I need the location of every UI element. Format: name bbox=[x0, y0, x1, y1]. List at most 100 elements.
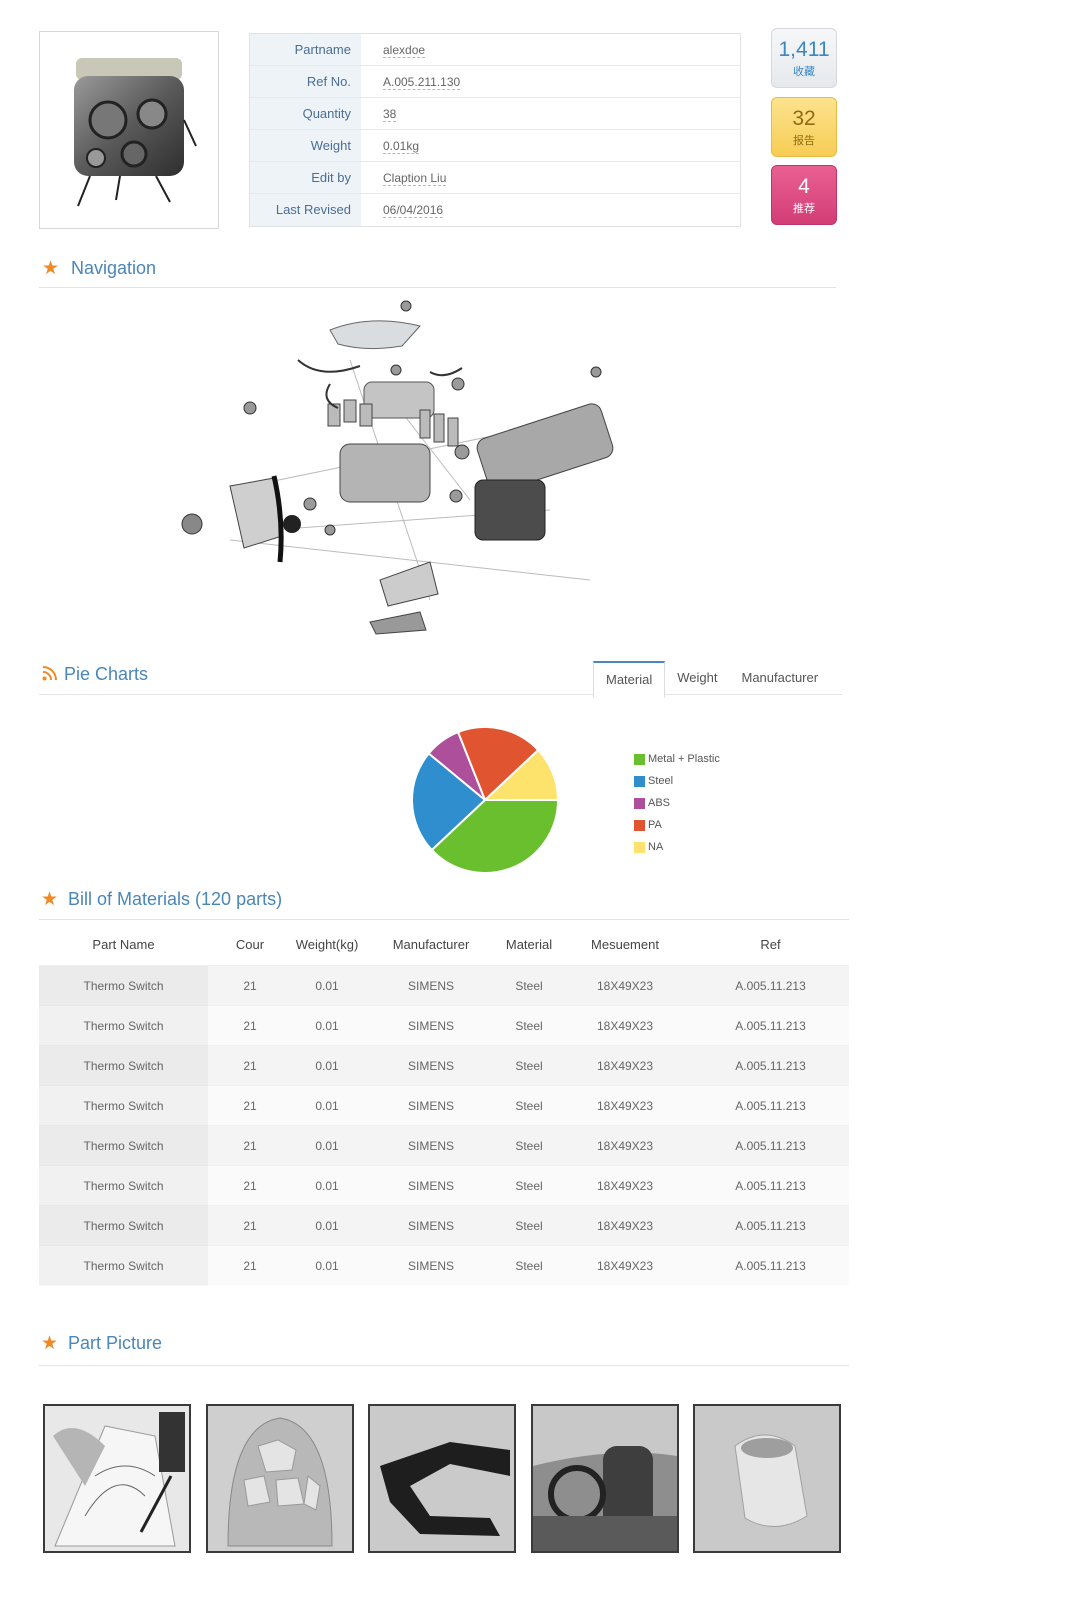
table-cell: A.005.11.213 bbox=[735, 1218, 806, 1233]
table-cell: SIMENS bbox=[407, 1178, 454, 1193]
table-cell: SIMENS bbox=[407, 1018, 454, 1033]
rss-icon bbox=[42, 666, 57, 686]
table-row[interactable]: Thermo Switch 21 0.01 SIMENS Steel 18X49X23 A.… bbox=[39, 965, 849, 1005]
table-cell: Steel bbox=[515, 1058, 543, 1073]
info-row-quantity: Quantity 38 bbox=[250, 98, 740, 130]
col-header[interactable]: Cour bbox=[208, 937, 292, 952]
table-cell: A.005.11.213 bbox=[735, 1138, 806, 1153]
col-header[interactable]: Ref bbox=[692, 937, 849, 952]
table-cell: SIMENS bbox=[407, 1258, 454, 1273]
tab-weight[interactable]: Weight bbox=[665, 661, 729, 698]
table-cell: Thermo Switch bbox=[39, 966, 208, 1006]
table-cell: Thermo Switch bbox=[39, 1046, 208, 1086]
table-cell: 18X49X23 bbox=[596, 1218, 654, 1233]
info-key: Quantity bbox=[250, 98, 361, 129]
table-cell: Steel bbox=[515, 1138, 543, 1153]
part-picture-thumb-sketch[interactable] bbox=[43, 1404, 191, 1553]
info-row-last-revised: Last Revised 06/04/2016 bbox=[250, 194, 740, 226]
bom-table: Part Name Cour Weight(kg) Manufacturer M… bbox=[39, 924, 849, 1285]
info-key: Edit by bbox=[250, 162, 361, 193]
info-key: Weight bbox=[250, 130, 361, 161]
table-cell: SIMENS bbox=[407, 1098, 454, 1113]
table-cell: Thermo Switch bbox=[39, 1086, 208, 1126]
legend-swatch bbox=[634, 775, 645, 787]
table-cell: 0.01 bbox=[315, 1098, 339, 1113]
recommend-stat-button[interactable]: 4 推荐 bbox=[771, 165, 837, 225]
table-cell: 0.01 bbox=[315, 1258, 339, 1273]
table-cell: SIMENS bbox=[407, 1218, 454, 1233]
table-row[interactable]: Thermo Switch 21 0.01 SIMENS Steel 18X49X23 A.… bbox=[39, 1125, 849, 1165]
table-cell: 0.01 bbox=[315, 1218, 339, 1233]
info-key: Partname bbox=[250, 34, 361, 65]
part-picture-thumb-hood[interactable] bbox=[206, 1404, 354, 1553]
part-picture-thumb-interior[interactable] bbox=[531, 1404, 679, 1553]
table-cell: A.005.11.213 bbox=[735, 1258, 806, 1273]
table-cell: 18X49X23 bbox=[596, 1018, 654, 1033]
table-row[interactable]: Thermo Switch 21 0.01 SIMENS Steel 18X49X23 A.… bbox=[39, 1045, 849, 1085]
legend-item[interactable]: Steel bbox=[634, 770, 720, 792]
table-cell: 21 bbox=[243, 1098, 257, 1113]
table-row[interactable]: Thermo Switch 21 0.01 SIMENS Steel 18X49X23 A.… bbox=[39, 1205, 849, 1245]
table-cell: Thermo Switch bbox=[39, 1166, 208, 1206]
part-thumbnail[interactable] bbox=[39, 31, 219, 229]
legend-swatch bbox=[634, 819, 645, 831]
exploded-engine-diagram-icon[interactable] bbox=[170, 300, 640, 650]
table-cell: 21 bbox=[243, 978, 257, 993]
col-header[interactable]: Weight(kg) bbox=[292, 937, 362, 952]
table-cell: 21 bbox=[243, 1058, 257, 1073]
table-cell: SIMENS bbox=[407, 1138, 454, 1153]
tab-material[interactable]: Material bbox=[593, 661, 666, 698]
table-cell: A.005.11.213 bbox=[735, 1018, 806, 1033]
table-cell: Thermo Switch bbox=[39, 1206, 208, 1246]
pie-charts-title: Pie Charts bbox=[64, 664, 149, 684]
last-revised-value[interactable]: 06/04/2016 bbox=[383, 203, 444, 218]
stat-value: 32 bbox=[792, 107, 816, 130]
info-key: Last Revised bbox=[250, 194, 361, 226]
partname-value[interactable]: alexdoe bbox=[383, 43, 426, 58]
table-cell: Steel bbox=[515, 978, 543, 993]
legend-swatch bbox=[634, 797, 645, 809]
table-cell: 18X49X23 bbox=[596, 1258, 654, 1273]
legend-item[interactable]: PA bbox=[634, 814, 720, 836]
col-header[interactable]: Mesuement bbox=[558, 937, 692, 952]
edit-by-value[interactable]: Claption Liu bbox=[383, 171, 447, 186]
table-cell: A.005.11.213 bbox=[735, 1178, 806, 1193]
pie-chart-tabs: Material Weight Manufacturer bbox=[593, 661, 830, 698]
quantity-value[interactable]: 38 bbox=[383, 107, 397, 122]
table-cell: 0.01 bbox=[315, 1138, 339, 1153]
part-picture-thumb-frame[interactable] bbox=[368, 1404, 516, 1553]
table-cell: Steel bbox=[515, 1178, 543, 1193]
pie-legend: Metal + Plastic Steel ABS PA NA bbox=[634, 748, 720, 858]
weight-value[interactable]: 0.01kg bbox=[383, 139, 420, 154]
legend-item[interactable]: NA bbox=[634, 836, 720, 858]
tab-manufacturer[interactable]: Manufacturer bbox=[729, 661, 830, 698]
bom-table-body: Thermo Switch 21 0.01 SIMENS Steel 18X49X23 A.… bbox=[39, 965, 849, 1285]
navigation-title: Navigation bbox=[71, 258, 157, 278]
ref-no-value[interactable]: A.005.211.130 bbox=[383, 75, 461, 90]
reports-stat-button[interactable]: 32 报告 bbox=[771, 97, 837, 157]
col-header[interactable]: Manufacturer bbox=[362, 937, 500, 952]
star-icon: ★ bbox=[41, 1333, 59, 1354]
star-icon: ★ bbox=[41, 889, 59, 910]
table-row[interactable]: Thermo Switch 21 0.01 SIMENS Steel 18X49X23 A.… bbox=[39, 1245, 849, 1285]
table-row[interactable]: Thermo Switch 21 0.01 SIMENS Steel 18X49X23 A.… bbox=[39, 1085, 849, 1125]
col-header[interactable]: Material bbox=[500, 937, 558, 952]
car-interior-photo-icon bbox=[533, 1406, 677, 1551]
info-key: Ref No. bbox=[250, 66, 361, 97]
table-row[interactable]: Thermo Switch 21 0.01 SIMENS Steel 18X49X23 A.… bbox=[39, 1165, 849, 1205]
table-cell: 21 bbox=[243, 1178, 257, 1193]
part-picture-thumb-molded[interactable] bbox=[693, 1404, 841, 1553]
table-cell: 0.01 bbox=[315, 978, 339, 993]
col-header[interactable]: Part Name bbox=[39, 937, 208, 952]
part-info-table: Partname alexdoe Ref No. A.005.211.130 Q… bbox=[249, 33, 741, 227]
table-cell: A.005.11.213 bbox=[735, 1058, 806, 1073]
info-row-edit-by: Edit by Claption Liu bbox=[250, 162, 740, 194]
info-row-partname: Partname alexdoe bbox=[250, 34, 740, 66]
table-row[interactable]: Thermo Switch 21 0.01 SIMENS Steel 18X49X23 A.… bbox=[39, 1005, 849, 1045]
legend-item[interactable]: Metal + Plastic bbox=[634, 748, 720, 770]
table-cell: 18X49X23 bbox=[596, 1098, 654, 1113]
table-cell: Steel bbox=[515, 1018, 543, 1033]
legend-item[interactable]: ABS bbox=[634, 792, 720, 814]
favorites-stat-button[interactable]: 1,411 收藏 bbox=[771, 28, 837, 88]
stat-label: 收藏 bbox=[793, 66, 815, 78]
